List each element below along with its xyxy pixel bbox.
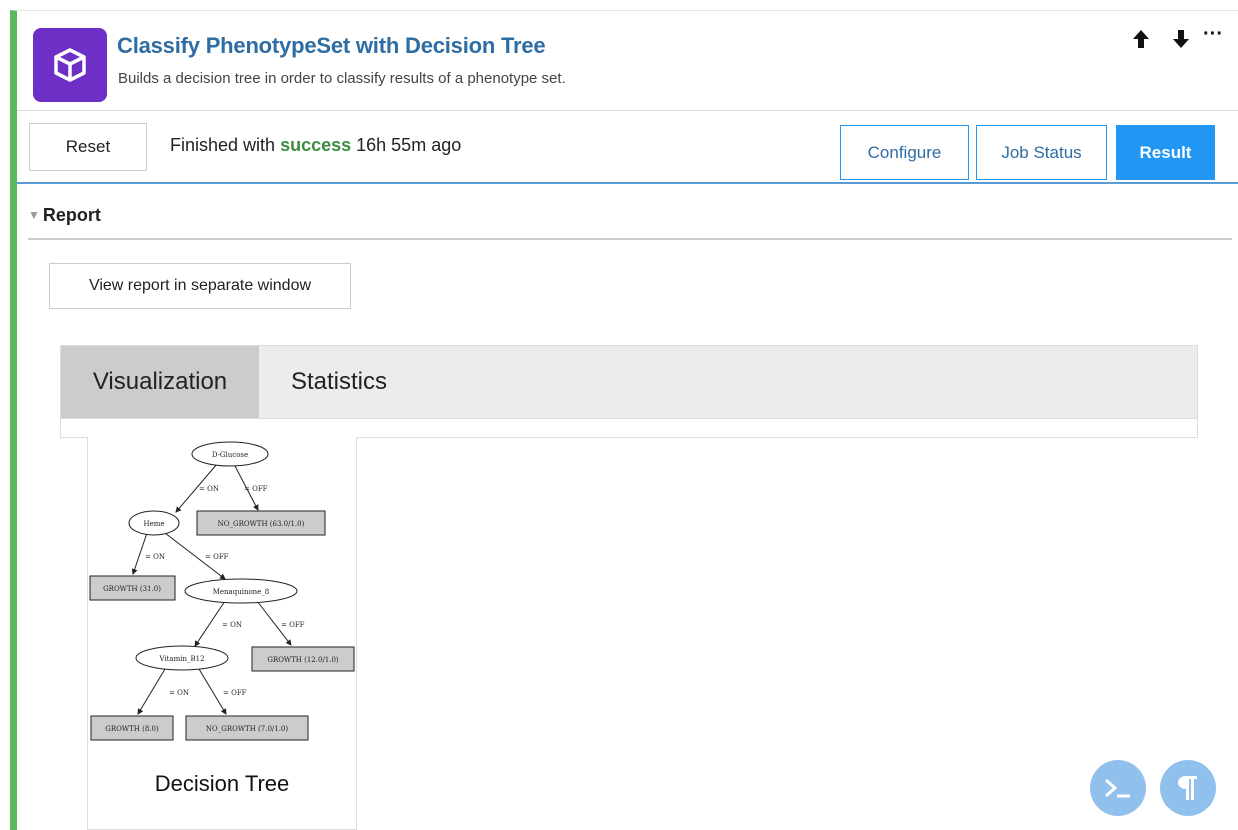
tab-statistics[interactable]: Statistics bbox=[259, 346, 419, 418]
tree-leaf-nogrowth-1-label: NO_GROWTH (63.0/1.0) bbox=[218, 520, 305, 528]
tree-leaf-growth-3-label: GROWTH (8.0) bbox=[105, 725, 159, 733]
edge-label-off-4: = OFF bbox=[223, 689, 247, 697]
edge-label-on-3: = ON bbox=[222, 621, 242, 629]
edge-vitamin-nogrowth bbox=[198, 668, 227, 715]
edge-label-off-3: = OFF bbox=[281, 621, 305, 629]
edge-label-off-2: = OFF bbox=[205, 553, 229, 561]
app-icon bbox=[33, 28, 107, 102]
decision-tree-diagram: = ON = OFF = ON = OFF = ON = OFF = ON = … bbox=[89, 441, 355, 741]
cube-icon bbox=[54, 48, 86, 82]
tree-node-menaquinone-label: Menaquinone_8 bbox=[213, 588, 270, 596]
more-options-icon[interactable]: ··· bbox=[1203, 24, 1223, 44]
app-subtitle: Builds a decision tree in order to class… bbox=[118, 70, 566, 87]
arrow-down-icon[interactable] bbox=[1170, 28, 1192, 54]
edge-menaquinone-vitamin bbox=[194, 600, 226, 647]
reset-button[interactable]: Reset bbox=[29, 123, 147, 171]
status-time: 16h 55m ago bbox=[356, 135, 462, 155]
tree-leaf-nogrowth-2-label: NO_GROWTH (7.0/1.0) bbox=[206, 725, 289, 733]
tab-job-status[interactable]: Job Status bbox=[976, 125, 1107, 180]
edge-label-on-1: = ON bbox=[199, 485, 219, 493]
tree-node-vitamin-label: Vitamin_B12 bbox=[158, 655, 204, 663]
tree-leaf-growth-2-label: GROWTH (12.0/1.0) bbox=[267, 656, 339, 664]
chevron-down-icon: ▼ bbox=[28, 208, 40, 222]
tab-visualization[interactable]: Visualization bbox=[61, 346, 259, 418]
tree-node-heme-label: Heme bbox=[143, 520, 164, 528]
edge-label-on-4: = ON bbox=[169, 689, 189, 697]
tree-leaf-growth-1-label: GROWTH (31.0) bbox=[103, 585, 161, 593]
app-title: Classify PhenotypeSet with Decision Tree bbox=[117, 33, 546, 58]
status-success: success bbox=[280, 135, 352, 155]
edge-vitamin-growth bbox=[137, 668, 166, 715]
pilcrow-icon[interactable] bbox=[1160, 760, 1216, 816]
terminal-icon[interactable] bbox=[1090, 760, 1146, 816]
tab-configure[interactable]: Configure bbox=[840, 125, 969, 180]
edge-label-off-1: = OFF bbox=[244, 485, 268, 493]
figure-caption: Decision Tree bbox=[154, 771, 290, 796]
report-section-header[interactable]: ▼ Report bbox=[28, 205, 101, 226]
edge-label-on-2: = ON bbox=[145, 553, 165, 561]
divider bbox=[28, 238, 1232, 240]
arrow-up-icon[interactable] bbox=[1130, 28, 1152, 54]
status-prefix: Finished with bbox=[170, 135, 276, 155]
tree-node-dglucose-label: D-Glucose bbox=[212, 451, 248, 459]
report-heading: Report bbox=[42, 205, 101, 225]
tab-result[interactable]: Result bbox=[1116, 125, 1215, 180]
report-tab-panel-top bbox=[60, 419, 1198, 438]
job-status-text: Finished with success 16h 55m ago bbox=[170, 135, 461, 156]
view-report-button[interactable]: View report in separate window bbox=[49, 263, 351, 309]
